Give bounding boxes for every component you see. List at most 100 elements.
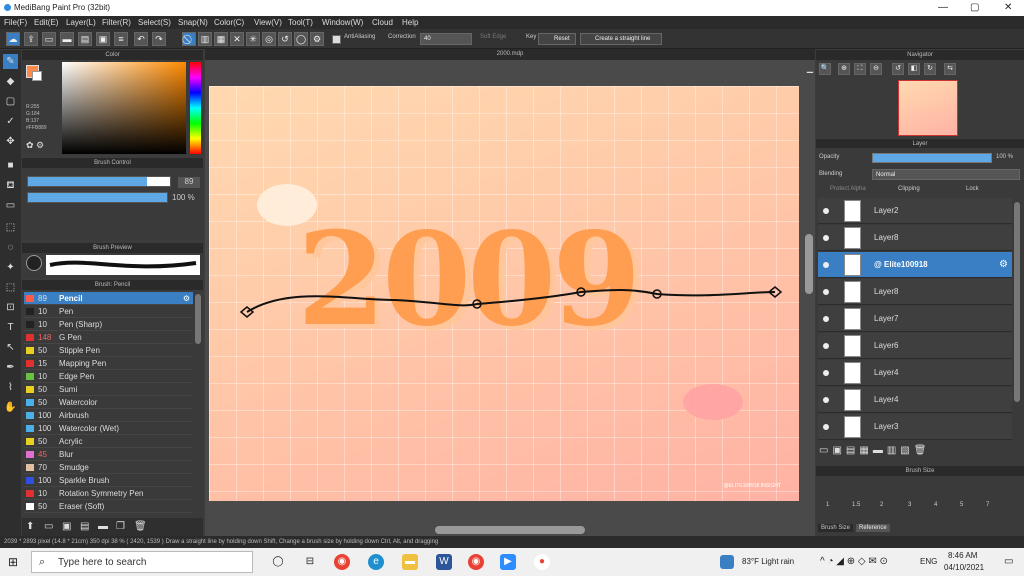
windows-start-icon[interactable]: ⊞ [8,555,18,569]
rotate-left-icon[interactable]: ↺ [892,63,904,75]
parallel-snap-icon[interactable]: ▥ [198,32,212,46]
select-rect-tool-icon[interactable]: ▢ [3,94,18,109]
brush-menu-icon[interactable]: ▣ [62,521,71,532]
brush-item[interactable]: 100 Sparkle Brush [24,474,193,487]
weather-icon[interactable] [720,555,734,569]
word-icon[interactable]: W [436,554,452,570]
brush-item[interactable]: 100 Watercolor (Wet) [24,422,193,435]
settings-snap-icon[interactable]: ⚙ [310,32,324,46]
brush-size-preset[interactable]: 4 [934,502,937,508]
brush-size-preset[interactable]: 5 [960,502,963,508]
radial-snap-icon[interactable]: ✳ [246,32,260,46]
visibility-icon[interactable] [823,424,829,430]
new-layer-icon[interactable]: ▭ [819,445,832,456]
zoom-out-icon[interactable]: ⊕ [838,63,850,75]
brush-item[interactable]: 70 Smudge [24,461,193,474]
rotate-reset-icon[interactable]: ◧ [908,63,920,75]
brush-opacity-slider[interactable] [27,192,168,203]
layer-gear-icon[interactable]: ⚙ [999,259,1008,270]
brush-item-pencil[interactable]: 89 Pencil ⚙ [24,292,193,305]
layer-row[interactable]: Layer4 [818,387,1012,413]
document-tab[interactable]: 2000.mdp [205,49,815,60]
fill-rect-tool-icon[interactable]: ■ [3,158,18,173]
brush-item[interactable]: 50 Acrylic [24,435,193,448]
team-icon[interactable]: ▣ [96,32,110,46]
brush-item[interactable]: 10 Pen (Sharp) [24,318,193,331]
brush-folder-icon[interactable]: ▬ [98,521,108,532]
share-icon[interactable]: ⇪ [24,32,38,46]
background-swatch[interactable] [32,71,42,81]
brush-item[interactable]: 148 G Pen [24,331,193,344]
medibang-icon[interactable]: ● [534,554,550,570]
menu-select[interactable]: Select(S) [138,18,171,27]
protect-alpha-checkbox[interactable]: Protect Alpha [830,186,866,192]
brush-item[interactable]: 10 Edge Pen [24,370,193,383]
vertical-scrollbar[interactable] [805,234,813,294]
brush-size-preset[interactable]: 7 [986,502,989,508]
maximize-button[interactable]: ▢ [970,2,979,13]
tab-reference[interactable]: Reference [856,524,890,532]
select-tool-icon[interactable]: ⬚ [3,220,18,235]
correction-select[interactable]: 40 [420,33,472,45]
layer-row[interactable]: Layer8 [818,279,1012,305]
file-explorer-icon[interactable]: ▬ [402,554,418,570]
edge-icon[interactable]: e [368,554,384,570]
clock-date[interactable]: 04/10/2021 [944,563,984,572]
language-indicator[interactable]: ENG [920,557,937,566]
chrome-icon[interactable]: ◉ [334,554,350,570]
tray-icons[interactable]: ^ ◔ ◢ ⊕ ◇ ✉ ⊙ [820,556,888,567]
new-layer-menu-icon[interactable]: ▣ [832,445,845,456]
menu-view[interactable]: View(V) [254,18,282,27]
lasso-tool-icon[interactable]: ◌ [3,240,18,255]
chrome-profile-icon[interactable]: ◉ [468,554,484,570]
brush-size-preset[interactable]: 2 [880,502,883,508]
weather-text[interactable]: 83°F Light rain [742,557,794,566]
antialias-checkbox[interactable] [332,35,341,44]
menu-color[interactable]: Color(C) [214,18,244,27]
move-tool-icon[interactable]: ✥ [3,134,18,149]
tab-brush-size[interactable]: Brush Size [818,524,854,532]
layer-row[interactable]: Layer7 [818,306,1012,332]
reset-button[interactable]: Reset [538,33,576,45]
brush-opacity-value[interactable]: 100 % [172,193,195,202]
bucket-tool-icon[interactable]: ⛾ [3,178,18,193]
visibility-icon[interactable] [823,397,829,403]
soft-edge-label[interactable]: Soft Edge [480,34,506,40]
drawing-canvas[interactable]: 2009 @ELITE100918 INSIGHT [209,86,799,501]
menu-cloud[interactable]: Cloud [372,18,393,27]
layer-row[interactable]: Layer2 [818,198,1012,224]
gradient-tool-icon[interactable]: ▭ [3,198,18,213]
eraser-tool-icon[interactable]: ◆ [3,74,18,89]
lock-checkbox[interactable]: Lock [966,186,979,192]
visibility-icon[interactable] [823,208,829,214]
brush-item[interactable]: 45 Blur [24,448,193,461]
clock-time[interactable]: 8:46 AM [948,551,977,560]
menu-tool[interactable]: Tool(T) [288,18,313,27]
brush-item[interactable]: 100 Airbrush [24,409,193,422]
close-button[interactable]: ✕ [1004,2,1012,13]
task-view-icon[interactable]: ◯ [270,554,286,570]
actual-size-icon[interactable]: ⊖ [870,63,882,75]
eyedropper-tool-icon[interactable]: ⌇ [3,380,18,395]
navigator-thumbnail[interactable] [898,80,958,136]
circle-snap-icon[interactable]: ◎ [262,32,276,46]
brush-size-preset[interactable]: 1 [826,502,829,508]
chat-icon[interactable]: ▬ [60,32,74,46]
folder-icon[interactable]: ▬ [873,445,887,456]
canvas-area[interactable]: 2009 @ELITE100918 INSIGHT ▁ [205,60,815,536]
brush-item[interactable]: 50 Watercolor [24,396,193,409]
brush-size-preset[interactable]: 1.5 [852,502,860,508]
brush-item[interactable]: 10 Rotation Symmetry Pen [24,487,193,500]
curve-snap-icon[interactable]: ↺ [278,32,292,46]
menu-icon[interactable]: ≡ [114,32,128,46]
merge-icon[interactable]: ▥ [887,445,900,456]
brush-delete-icon[interactable]: 🗑 [134,521,147,532]
visibility-icon[interactable] [823,262,829,268]
gear-icon[interactable]: ⚙ [183,294,190,303]
visibility-icon[interactable] [823,343,829,349]
flip-icon[interactable]: ⇆ [944,63,956,75]
widgets-icon[interactable]: ⊟ [302,554,318,570]
layer-row[interactable]: Layer8 [818,225,1012,251]
menu-window[interactable]: Window(W) [322,18,363,27]
layer-row[interactable]: Layer4 [818,360,1012,386]
